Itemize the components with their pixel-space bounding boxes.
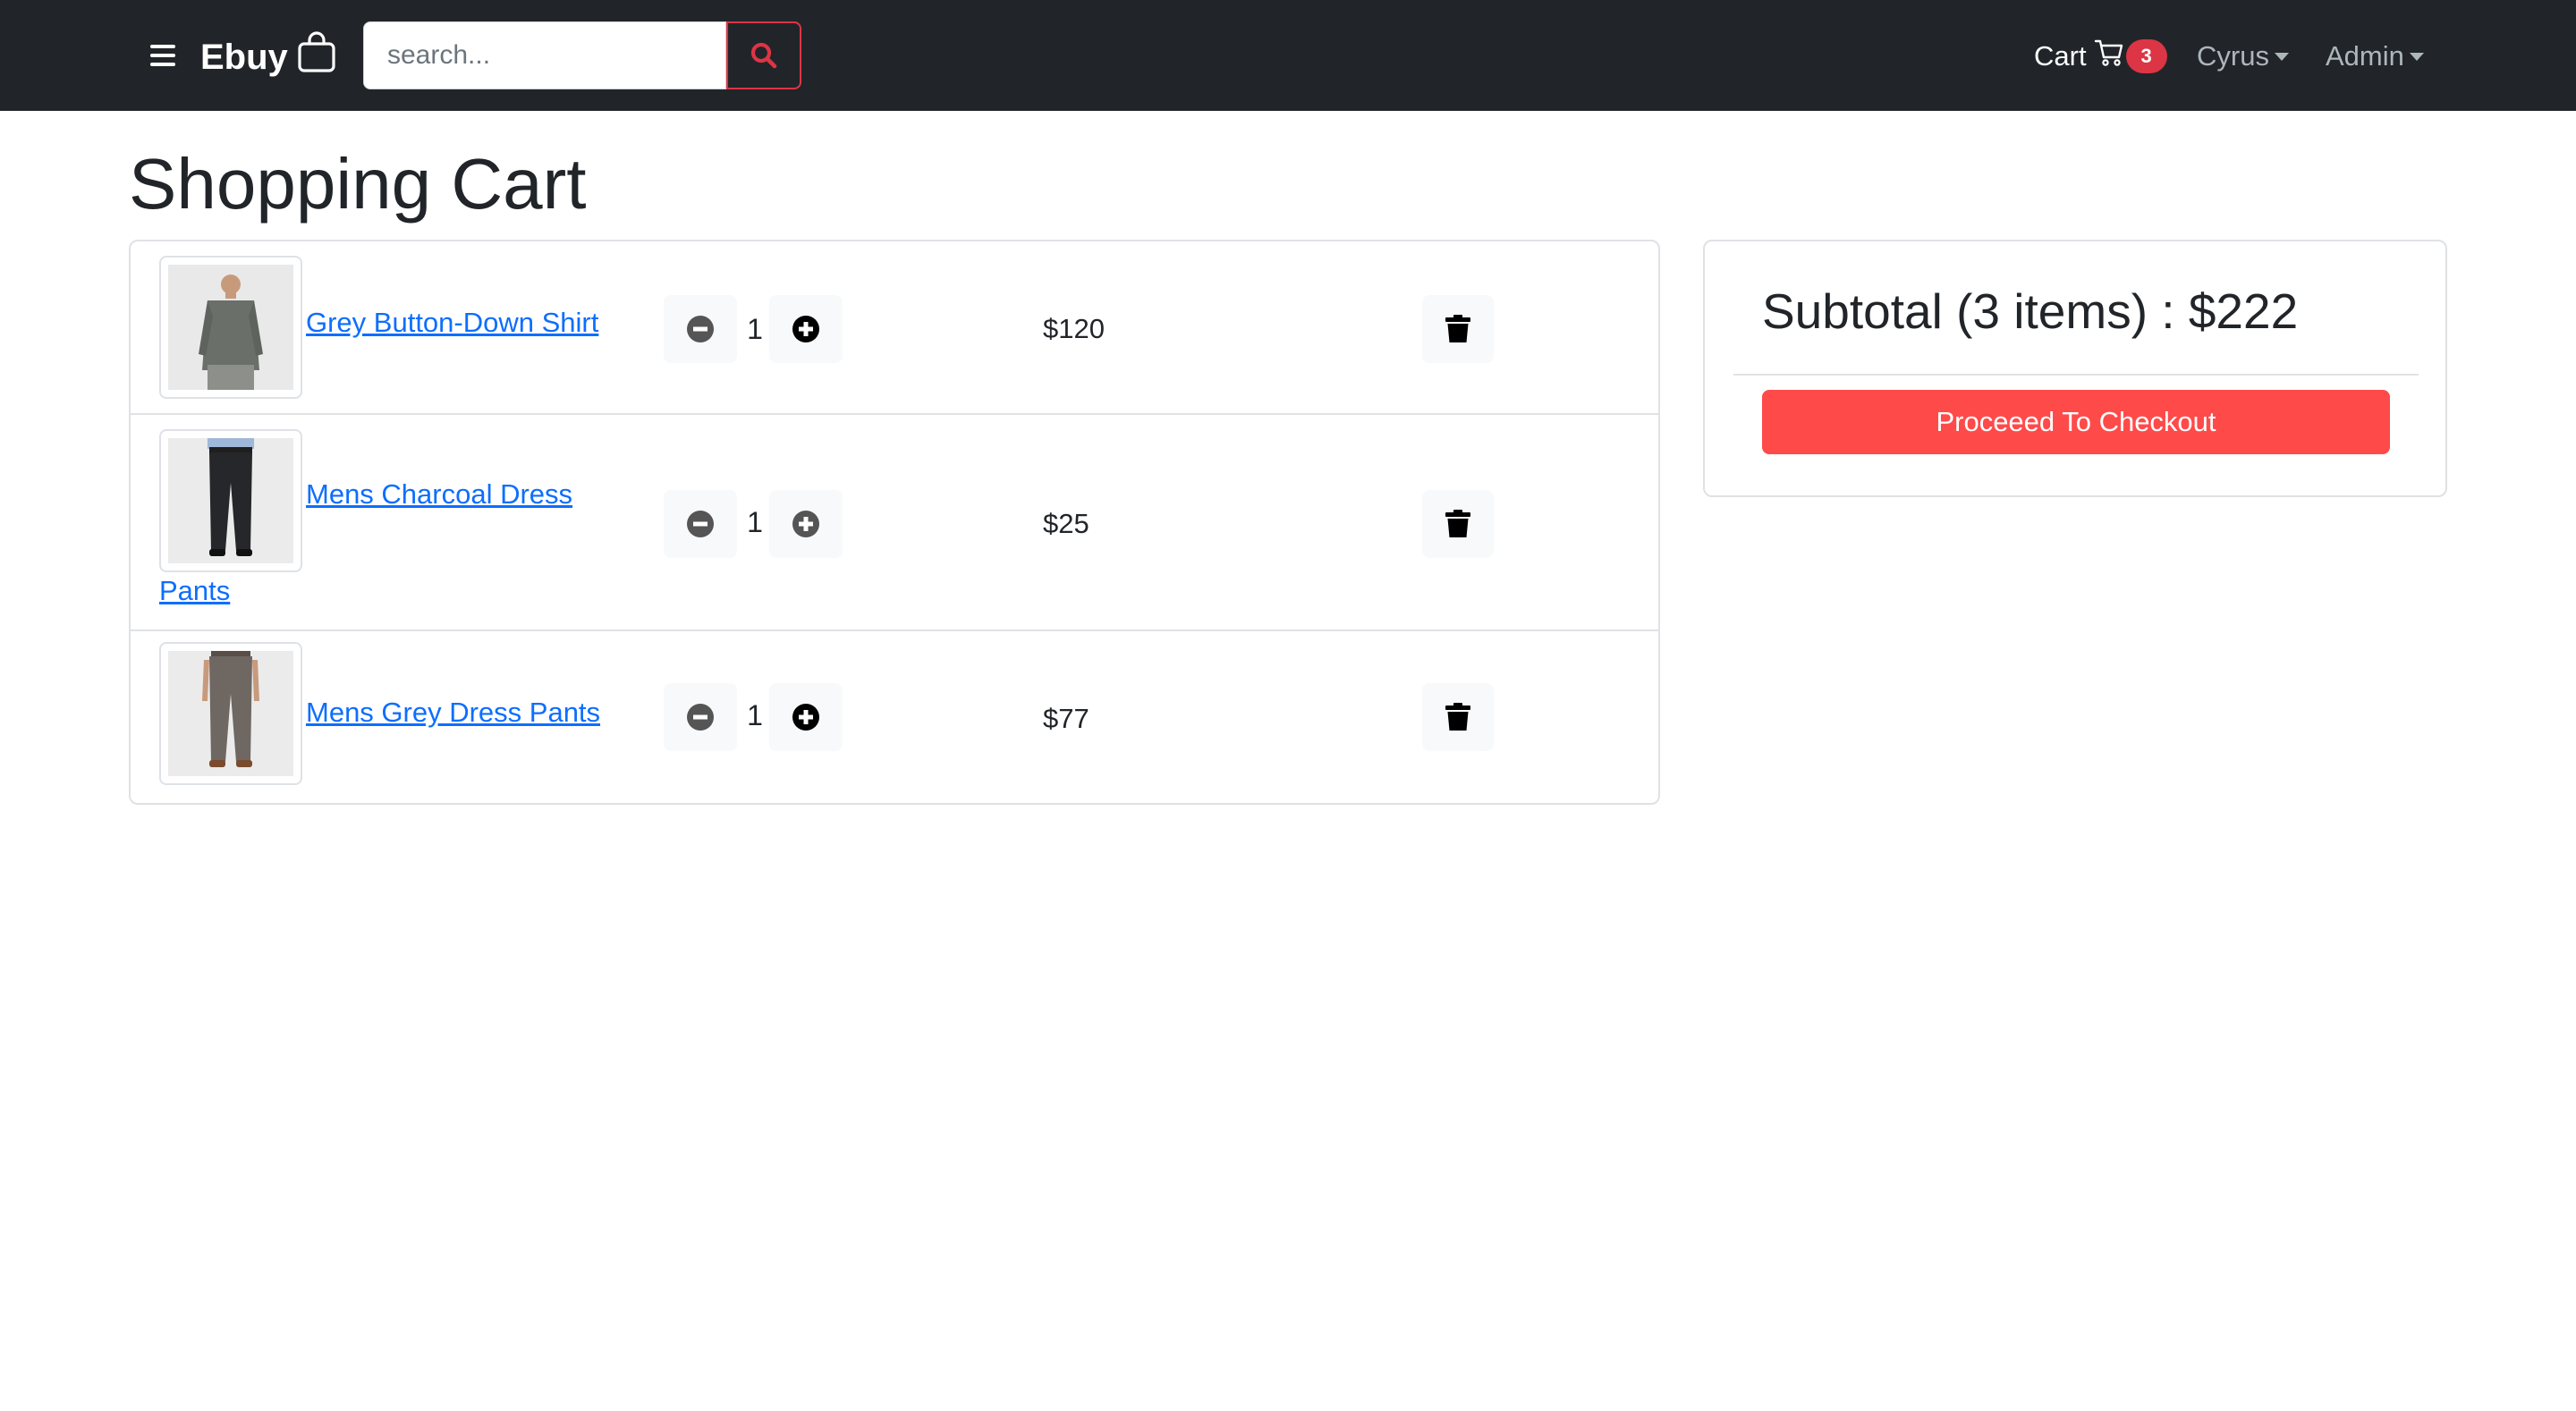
checkout-button[interactable]: Proceeed To Checkout	[1762, 390, 2390, 454]
page-title: Shopping Cart	[129, 144, 587, 224]
increase-quantity-button[interactable]	[769, 490, 843, 558]
user-dropdown-label: Cyrus	[2197, 40, 2269, 72]
plus-circle-icon	[792, 704, 819, 731]
grey-shirt-photo	[168, 265, 293, 390]
top-navbar: Ebuy Cart 3 Cyrus Admin	[0, 0, 2576, 111]
cart-items-list: Grey Button-Down Shirt 1 $120 Mens Charc…	[129, 240, 1660, 805]
item-price: $25	[1043, 508, 1089, 539]
quantity-value: 1	[747, 699, 763, 731]
delete-item-button[interactable]	[1422, 295, 1494, 363]
decrease-quantity-button[interactable]	[664, 683, 737, 751]
cart-count-badge: 3	[2125, 39, 2167, 73]
grey-pants-photo	[168, 651, 293, 776]
cart-link[interactable]: Cart 3	[2034, 34, 2167, 79]
cart-icon	[2094, 38, 2124, 74]
delete-item-button[interactable]	[1422, 683, 1494, 751]
increase-quantity-button[interactable]	[769, 295, 843, 363]
minus-circle-icon	[687, 511, 714, 537]
cart-item-row: Mens Grey Dress Pants 1 $77	[131, 631, 1658, 805]
trash-icon	[1445, 315, 1470, 342]
product-link-continued[interactable]: Pants	[159, 567, 230, 615]
product-image[interactable]	[159, 429, 302, 572]
admin-dropdown-label: Admin	[2326, 40, 2404, 72]
quantity-value: 1	[747, 313, 763, 345]
brand-logo-link[interactable]: Ebuy	[200, 31, 336, 83]
chevron-down-icon	[2409, 52, 2424, 61]
decrease-quantity-button[interactable]	[664, 295, 737, 363]
user-dropdown[interactable]: Cyrus	[2197, 34, 2289, 79]
quantity-value: 1	[747, 506, 763, 538]
search-button[interactable]	[726, 21, 801, 89]
brand-name: Ebuy	[200, 37, 288, 77]
product-link[interactable]: Mens Charcoal Dress	[306, 470, 572, 519]
product-link[interactable]: Mens Grey Dress Pants	[306, 689, 600, 737]
trash-icon	[1445, 510, 1470, 537]
trash-icon	[1445, 703, 1470, 731]
plus-circle-icon	[792, 511, 819, 537]
chevron-down-icon	[2274, 52, 2289, 61]
delete-item-button[interactable]	[1422, 490, 1494, 558]
item-price: $77	[1043, 703, 1089, 734]
product-link[interactable]: Grey Button-Down Shirt	[306, 299, 598, 347]
plus-circle-icon	[792, 316, 819, 342]
minus-circle-icon	[687, 316, 714, 342]
decrease-quantity-button[interactable]	[664, 490, 737, 558]
charcoal-pants-photo	[168, 438, 293, 563]
divider	[1733, 374, 2419, 376]
cart-label: Cart	[2034, 40, 2087, 72]
increase-quantity-button[interactable]	[769, 683, 843, 751]
search-icon	[750, 42, 777, 69]
product-image[interactable]	[159, 642, 302, 785]
cart-item-row: Mens Charcoal Dress Pants 1 $25	[131, 415, 1658, 631]
subtotal-text: Subtotal (3 items) : $222	[1762, 283, 2299, 339]
cart-item-row: Grey Button-Down Shirt 1 $120	[131, 241, 1658, 415]
search-input[interactable]	[363, 21, 726, 89]
item-price: $120	[1043, 313, 1105, 344]
shopping-bag-icon	[297, 31, 336, 83]
admin-dropdown[interactable]: Admin	[2326, 34, 2424, 79]
menu-icon[interactable]	[150, 45, 175, 66]
minus-circle-icon	[687, 704, 714, 731]
order-summary-card: Subtotal (3 items) : $222 Proceeed To Ch…	[1703, 240, 2447, 497]
product-image[interactable]	[159, 256, 302, 399]
